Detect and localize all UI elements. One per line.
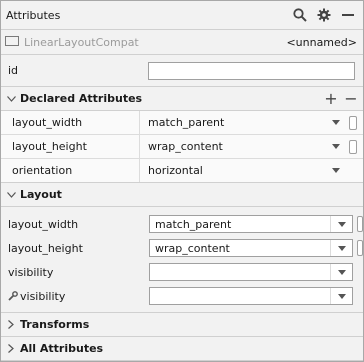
dropdown-caret-icon[interactable] [330, 216, 352, 232]
all-attributes-section-header[interactable]: All Attributes [1, 337, 363, 361]
gear-icon[interactable] [315, 6, 333, 24]
dropdown-caret-icon[interactable] [330, 240, 352, 256]
id-row: id [1, 55, 363, 87]
layout-section-body: layout_width match_parent layout_height … [1, 207, 363, 313]
declared-attr-value[interactable]: match_parent [140, 111, 323, 134]
chevron-down-icon[interactable] [5, 191, 17, 198]
panel-title: Attributes [6, 8, 61, 22]
declared-attributes-header[interactable]: Declared Attributes + − [1, 87, 363, 111]
layout-section-header[interactable]: Layout [1, 183, 363, 207]
layout-row: visibility [1, 260, 363, 284]
layout-row: visibility [1, 284, 363, 308]
dropdown-caret-icon[interactable] [330, 264, 352, 280]
combo-value: wrap_content [155, 241, 230, 255]
layout-attr-label: visibility [20, 289, 66, 303]
all-attributes-section-title: All Attributes [20, 342, 104, 355]
resource-picker-button[interactable] [357, 240, 363, 256]
add-attribute-button[interactable]: + [323, 89, 339, 108]
layout-height-combo[interactable]: wrap_content [149, 239, 353, 257]
chevron-down-icon[interactable] [5, 95, 17, 102]
layout-section-title: Layout [20, 188, 62, 201]
declared-row: layout_width match_parent [1, 111, 363, 135]
resource-picker-button[interactable] [357, 216, 363, 232]
transforms-section-header[interactable]: Transforms [1, 313, 363, 337]
transforms-section-title: Transforms [20, 318, 90, 331]
declared-attr-label: layout_height [1, 135, 140, 158]
chevron-right-icon[interactable] [5, 320, 17, 329]
dropdown-caret-icon[interactable] [323, 135, 349, 158]
declared-attr-label: layout_width [1, 111, 140, 134]
remove-attribute-button[interactable]: − [343, 89, 359, 108]
attributes-panel: Attributes LinearLayoutCompat <unnamed> … [0, 0, 364, 362]
layout-attr-label-tools: visibility [8, 290, 149, 303]
search-icon[interactable] [291, 6, 309, 24]
resource-picker-button[interactable] [349, 139, 357, 154]
layout-attr-label: layout_height [8, 241, 83, 255]
declared-row: layout_height wrap_content [1, 135, 363, 159]
layout-row: layout_width match_parent [1, 212, 363, 236]
resource-picker-button[interactable] [349, 115, 357, 130]
declared-attributes-title: Declared Attributes [20, 92, 143, 105]
dropdown-caret-icon[interactable] [330, 288, 352, 304]
declared-attr-value[interactable]: horizontal [140, 159, 323, 182]
layout-row: layout_height wrap_content [1, 236, 363, 260]
declared-attr-label: orientation [1, 159, 140, 182]
dropdown-caret-icon[interactable] [323, 159, 349, 182]
component-id: <unnamed> [286, 35, 357, 49]
minimize-icon[interactable] [339, 6, 357, 24]
wrench-icon [8, 291, 18, 301]
declared-attr-value[interactable]: wrap_content [140, 135, 323, 158]
layout-attr-label: layout_width [8, 217, 79, 231]
chevron-right-icon[interactable] [5, 344, 17, 353]
layout-width-combo[interactable]: match_parent [149, 215, 353, 233]
combo-value: match_parent [155, 217, 232, 231]
component-row: LinearLayoutCompat <unnamed> [1, 30, 363, 55]
tools-visibility-combo[interactable] [149, 287, 353, 305]
layout-icon [5, 35, 19, 50]
id-input[interactable] [148, 61, 355, 80]
id-label: id [8, 64, 19, 77]
component-name: LinearLayoutCompat [24, 35, 139, 49]
visibility-combo[interactable] [149, 263, 353, 281]
panel-header: Attributes [1, 1, 363, 30]
declared-row: orientation horizontal [1, 159, 363, 183]
dropdown-caret-icon[interactable] [323, 111, 349, 134]
layout-attr-label: visibility [8, 265, 54, 279]
